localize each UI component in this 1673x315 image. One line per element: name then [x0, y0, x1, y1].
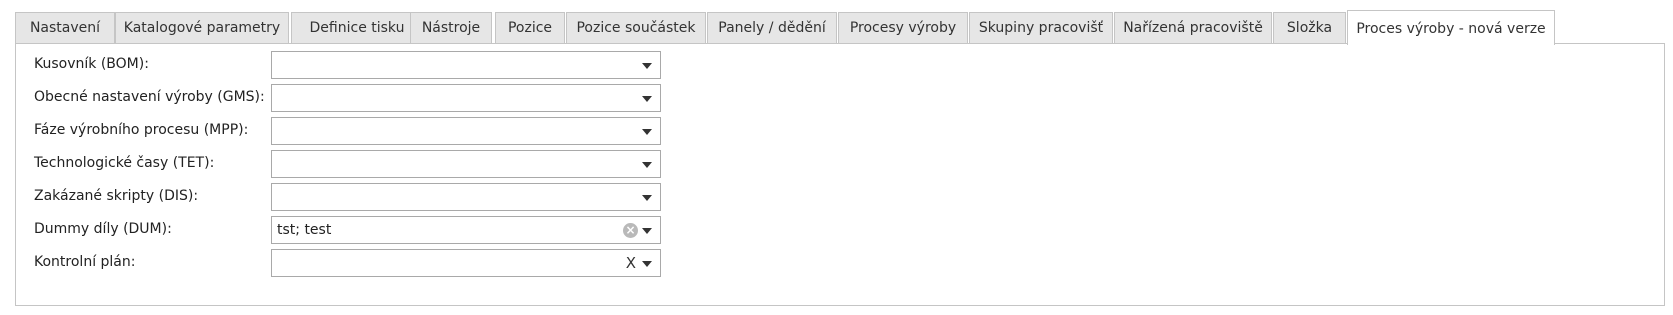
- gms-select[interactable]: [271, 84, 661, 112]
- form-row-gms: Obecné nastavení výroby (GMS):: [16, 84, 716, 114]
- field-value: tst; test: [277, 222, 332, 238]
- mpp-select[interactable]: [271, 117, 661, 145]
- chevron-down-icon[interactable]: [642, 129, 652, 135]
- clear-x-icon[interactable]: X: [626, 254, 636, 272]
- tet-select[interactable]: [271, 150, 661, 178]
- field-label: Kontrolní plán:: [34, 254, 136, 270]
- dis-select[interactable]: [271, 183, 661, 211]
- tab-procesy-vyroby[interactable]: Procesy výroby: [838, 12, 968, 43]
- form-row-bom: Kusovník (BOM):: [16, 51, 716, 81]
- tab-pozice-soucastek[interactable]: Pozice součástek: [566, 12, 706, 43]
- field-label: Kusovník (BOM):: [34, 56, 149, 72]
- tab-bar: Nastavení Katalogové parametry Definice …: [15, 10, 1665, 45]
- kontrolni-plan-select[interactable]: X: [271, 249, 661, 277]
- form-row-dis: Zakázané skripty (DIS):: [16, 183, 716, 213]
- form-row-tet: Technologické časy (TET):: [16, 150, 716, 180]
- tab-nastaveni[interactable]: Nastavení: [15, 12, 115, 43]
- bom-select[interactable]: [271, 51, 661, 79]
- tab-nastroje[interactable]: Nástroje: [410, 12, 492, 43]
- form-row-mpp: Fáze výrobního procesu (MPP):: [16, 117, 716, 147]
- tab-skupiny-pracovist[interactable]: Skupiny pracovišť: [969, 12, 1113, 43]
- chevron-down-icon[interactable]: [642, 63, 652, 69]
- chevron-down-icon[interactable]: [642, 96, 652, 102]
- form-row-kontrolni-plan: Kontrolní plán: X: [16, 249, 716, 279]
- tab-pozice[interactable]: Pozice: [495, 12, 565, 43]
- tab-katalogove-parametry[interactable]: Katalogové parametry: [115, 12, 289, 43]
- tab-slozka[interactable]: Složka: [1273, 12, 1346, 43]
- tab-panely-dedeni[interactable]: Panely / dědění: [707, 12, 837, 43]
- field-label: Technologické časy (TET):: [34, 155, 215, 171]
- field-label: Fáze výrobního procesu (MPP):: [34, 122, 249, 138]
- form-row-dum: Dummy díly (DUM): tst; test ×: [16, 216, 716, 246]
- form-panel: Kusovník (BOM): Obecné nastavení výroby …: [15, 43, 1665, 306]
- field-label: Obecné nastavení výroby (GMS):: [34, 89, 265, 105]
- chevron-down-icon[interactable]: [642, 162, 652, 168]
- chevron-down-icon[interactable]: [642, 195, 652, 201]
- clear-circle-icon[interactable]: ×: [623, 223, 638, 238]
- dum-select[interactable]: tst; test ×: [271, 216, 661, 244]
- tab-definice-tisku[interactable]: Definice tisku: [291, 12, 423, 43]
- tab-narizena-pracoviste[interactable]: Nařízená pracoviště: [1114, 12, 1272, 43]
- tab-proces-vyroby-nova-verze[interactable]: Proces výroby - nová verze: [1347, 10, 1555, 45]
- chevron-down-icon[interactable]: [642, 261, 652, 267]
- field-label: Dummy díly (DUM):: [34, 221, 172, 237]
- chevron-down-icon[interactable]: [642, 228, 652, 234]
- field-label: Zakázané skripty (DIS):: [34, 188, 199, 204]
